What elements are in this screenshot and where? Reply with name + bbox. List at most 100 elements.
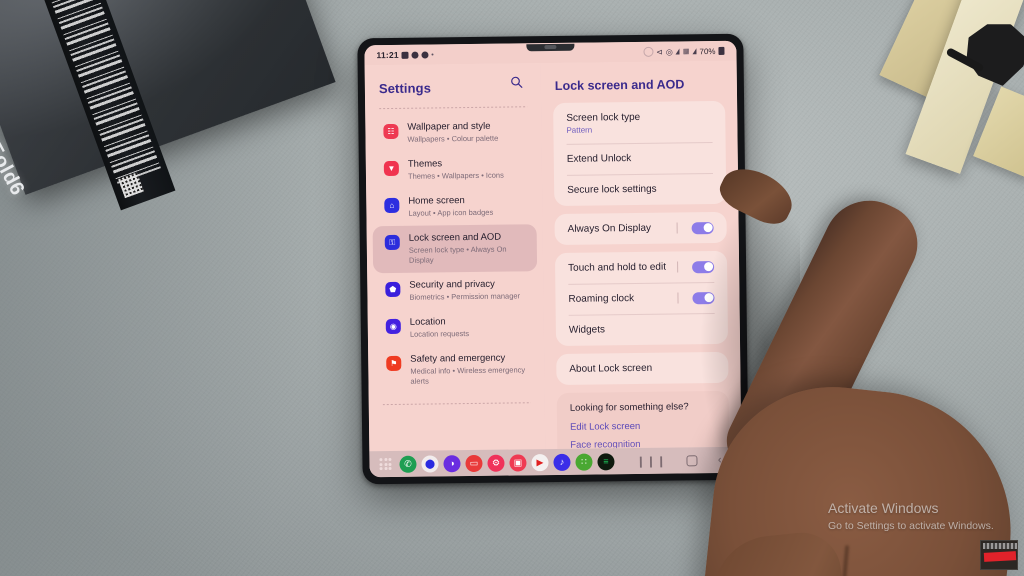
home-button[interactable] <box>686 454 698 466</box>
themes-icon: ▼ <box>383 160 399 177</box>
toggle-switch[interactable] <box>692 291 715 304</box>
setting-row-label: Widgets <box>568 324 606 336</box>
sidebar-item-sublabel: Medical info • Wireless emergency alerts <box>410 365 526 386</box>
setting-row-widgets[interactable]: Widgets <box>556 313 728 346</box>
lock-icon: ⚿ <box>384 234 400 251</box>
setting-row-label: Roaming clock <box>568 293 635 305</box>
sidebar-item-text: Home screen Layout • App icon badges <box>408 195 493 219</box>
setting-row-text: Roaming clock <box>568 291 677 305</box>
settings-card: Touch and hold to edit Roaming clock Widge… <box>554 250 729 346</box>
setting-row-label: Screen lock type <box>566 111 641 124</box>
dnd-icon <box>643 46 654 57</box>
samsung-internet-app-icon[interactable]: ◑ <box>443 454 461 472</box>
battery-icon <box>718 46 725 55</box>
sidebar-item-label: Security and privacy <box>409 278 495 291</box>
sidebar-item-security-and-privacy[interactable]: ⬟ Security and privacy Biometrics • Permis… <box>373 271 537 310</box>
sidebar-item-wallpaper-and-style[interactable]: ☷ Wallpaper and style Wallpapers • Colour … <box>371 113 535 152</box>
toggle-switch[interactable] <box>691 221 714 234</box>
wifi-icon: ◎ <box>665 47 673 57</box>
setting-row-screen-lock-type[interactable]: Screen lock type Pattern <box>553 101 725 144</box>
sidebar-item-sublabel: Themes • Wallpapers • Icons <box>407 170 504 181</box>
toggle-knob <box>703 223 713 233</box>
settings-cards: Screen lock type Pattern Extend Unlock Secu… <box>541 100 740 385</box>
sidebar-item-location[interactable]: ◉ Location Location requests <box>374 308 538 347</box>
calculator-app-icon[interactable]: ∷ <box>575 453 593 471</box>
toggle-switch[interactable] <box>692 260 715 273</box>
product-box: Galaxy Z Fold6 <box>0 0 336 260</box>
location-pin-icon: ◉ <box>385 318 401 335</box>
phone-app-icon[interactable]: ✆ <box>399 455 417 473</box>
knuckle-crease <box>834 545 850 576</box>
sidebar-item-home-screen[interactable]: ⌂ Home screen Layout • App icon badges <box>372 187 536 226</box>
watermark-title: Activate Windows <box>828 500 939 516</box>
toggle-separator <box>676 222 678 234</box>
edit-lock-screen-link[interactable]: Edit Lock screen <box>570 420 716 433</box>
logo-strip <box>983 543 1017 549</box>
sidebar-item-text: Location Location requests <box>410 316 469 340</box>
setting-row-label: Touch and hold to edit <box>568 261 667 274</box>
detail-title: Lock screen and AOD <box>554 77 685 93</box>
toggle-knob <box>703 293 714 303</box>
settings-app-icon[interactable]: ⚙ <box>487 454 505 472</box>
music-app-icon[interactable]: ♪ <box>553 453 571 471</box>
toggle-separator <box>677 292 679 304</box>
setting-row-secure-lock-settings[interactable]: Secure lock settings <box>554 173 726 206</box>
front-camera-icon <box>544 44 557 50</box>
sidebar-item-sublabel: Screen lock type • Always On Display <box>408 244 507 265</box>
notification-more-icon <box>431 53 434 56</box>
setting-row-extend-unlock[interactable]: Extend Unlock <box>554 142 726 175</box>
sidebar-item-label: Lock screen and AOD <box>408 231 502 244</box>
youtube-app-icon[interactable]: ▶ <box>531 453 549 471</box>
sidebar-divider-bottom <box>382 402 531 406</box>
notification-icon-2 <box>411 51 419 59</box>
sidebar-item-text: Wallpaper and style Wallpapers • Colour p… <box>407 121 498 145</box>
safety-emergency-icon: ⚑ <box>386 355 402 372</box>
navigation-bar: ❙❙❙ ‹ <box>636 453 731 468</box>
camera-app-icon[interactable]: ▣ <box>509 453 527 472</box>
apps-grid-icon[interactable] <box>379 457 392 471</box>
signal-icon-2 <box>692 48 697 55</box>
setting-row-about-lock-screen[interactable]: About Lock screen <box>556 352 728 385</box>
setting-row-text: Screen lock type Pattern <box>566 110 712 135</box>
spotify-app-icon[interactable]: ≡ <box>597 452 615 470</box>
channel-logo <box>980 540 1018 570</box>
search-icon[interactable] <box>510 75 523 88</box>
galaxy-z-fold-device: 11:21 ⊲ ◎ ▦ 70% Settings ☷ Wallpaper and… <box>357 33 749 485</box>
sidebar-item-label: Location <box>409 316 446 328</box>
footer-question: Looking for something else? <box>569 401 689 414</box>
sidebar-item-themes[interactable]: ▼ Themes Themes • Wallpapers • Icons <box>372 150 536 189</box>
setting-row-text: Secure lock settings <box>567 182 713 197</box>
sidebar-item-lock-screen-and-aod[interactable]: ⚿ Lock screen and AOD Screen lock type • A… <box>372 224 538 274</box>
notes-app-icon[interactable]: ▭ <box>465 454 483 472</box>
taskbar: ✆ ⬤ ◑ ▭ ⚙ ▣ ▶ ♪ ∷ ≡ ❙❙❙ ‹ <box>369 446 742 478</box>
setting-row-roaming-clock[interactable]: Roaming clock <box>555 282 727 315</box>
thumb <box>707 528 859 576</box>
settings-sidebar: Settings ☷ Wallpaper and style Wallpapers … <box>364 63 546 452</box>
recents-button[interactable]: ❙❙❙ <box>636 454 667 467</box>
sidebar-item-label: Wallpaper and style <box>407 120 491 133</box>
notification-icon-3 <box>421 51 429 59</box>
settings-card: Always On Display <box>554 211 727 245</box>
setting-row-always-on-display[interactable]: Always On Display <box>554 212 726 245</box>
sidebar-item-safety-and-emergency[interactable]: ⚑ Safety and emergency Medical info • Wire… <box>374 345 539 394</box>
split-panes: Settings ☷ Wallpaper and style Wallpapers … <box>364 60 742 452</box>
sidebar-item-sublabel: Location requests <box>409 329 470 339</box>
sidebar-item-label: Safety and emergency <box>410 352 506 365</box>
status-bar-left: 11:21 <box>376 49 434 60</box>
looking-for-something-else-card: Looking for something else? Edit Lock sc… <box>556 390 730 450</box>
battery-percent: 70% <box>699 46 716 56</box>
setting-row-text: Always On Display <box>568 221 677 235</box>
setting-row-label: Always On Display <box>567 222 652 235</box>
messages-app-icon[interactable]: ⬤ <box>421 454 439 473</box>
taskbar-app-list: ✆ ⬤ ◑ ▭ ⚙ ▣ ▶ ♪ ∷ ≡ <box>399 452 615 473</box>
setting-row-touch-and-hold-to-edit[interactable]: Touch and hold to edit <box>555 251 727 284</box>
sidebar-item-sublabel: Layout • App icon badges <box>408 207 494 218</box>
setting-row-label: About Lock screen <box>569 362 653 375</box>
setting-row-label: Secure lock settings <box>567 183 657 196</box>
sidebar-item-sublabel: Biometrics • Permission manager <box>409 291 521 302</box>
status-bar-right: ⊲ ◎ ▦ 70% <box>643 46 725 57</box>
wallpaper-icon: ☷ <box>383 123 399 140</box>
back-button[interactable]: ‹ <box>718 454 722 466</box>
sidebar-item-text: Safety and emergency Medical info • Wirel… <box>410 352 528 387</box>
settings-card: Screen lock type Pattern Extend Unlock Secu… <box>553 100 727 206</box>
